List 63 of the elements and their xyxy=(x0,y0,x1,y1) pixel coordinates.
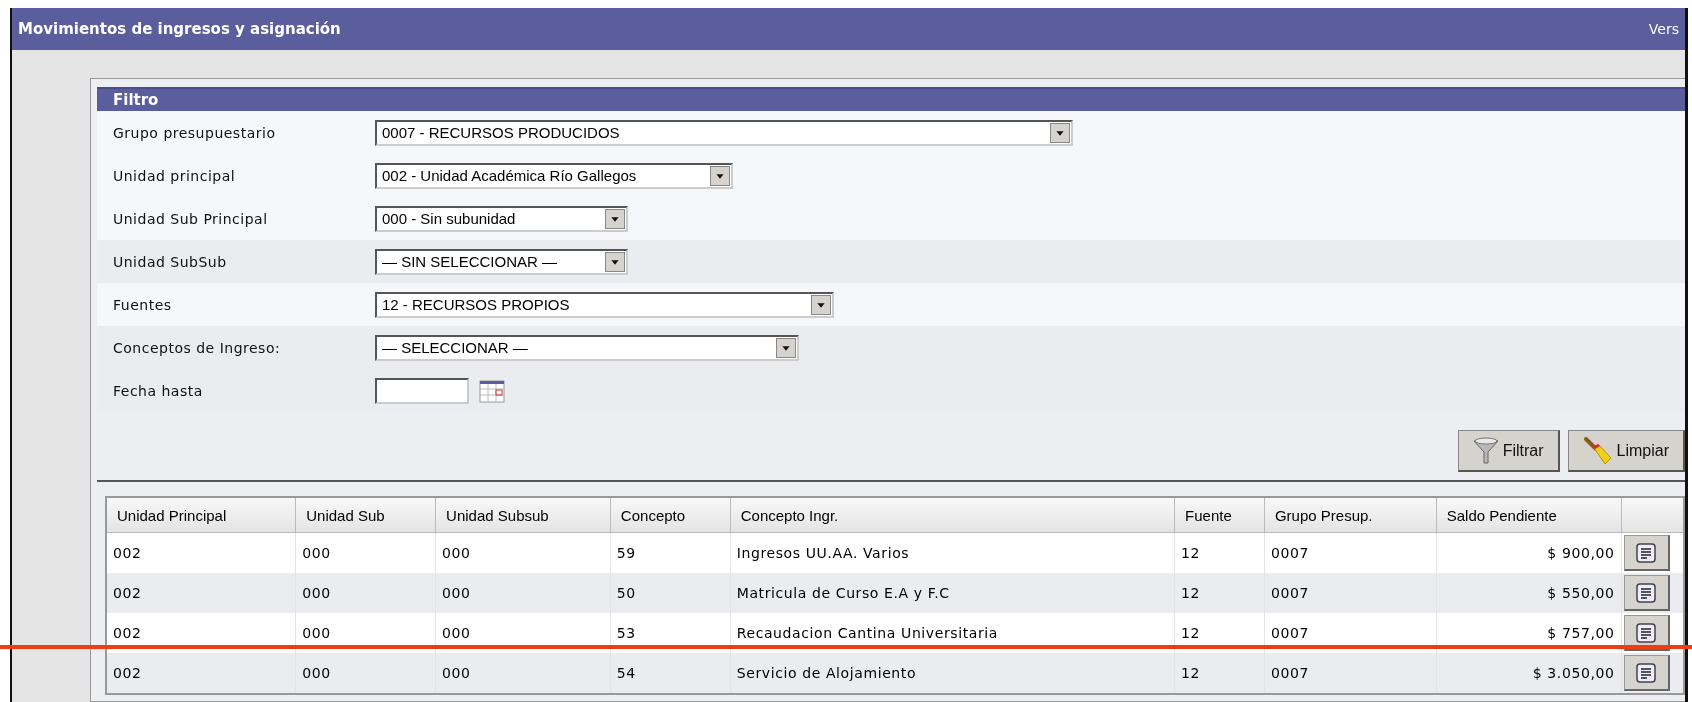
panel-title: Filtro xyxy=(97,87,1685,111)
table-cell: 002 xyxy=(106,573,296,613)
column-header: Saldo Pendiente xyxy=(1436,497,1621,533)
table-cell: 12 xyxy=(1174,653,1265,694)
document-icon xyxy=(1635,541,1657,564)
field-label: Grupo presupuestario xyxy=(112,124,277,141)
table-cell: 0007 xyxy=(1264,532,1437,573)
table-cell: 12 xyxy=(1174,573,1265,613)
table-cell: 12 xyxy=(1174,532,1265,573)
field-label: Unidad SubSub xyxy=(112,253,228,270)
table-cell: 000 xyxy=(435,653,611,694)
column-header: Unidad Subsub xyxy=(435,497,611,533)
clear-button[interactable]: Limpiar xyxy=(1567,430,1685,472)
table-cell: 0007 xyxy=(1264,653,1437,694)
field-label: Fuentes xyxy=(112,296,173,313)
table-cell: $ 3.050,00 xyxy=(1436,653,1621,694)
table-cell: 000 xyxy=(295,573,436,613)
table-cell: 59 xyxy=(610,532,731,573)
table-cell: Ingresos UU.AA. Varios xyxy=(730,532,1175,573)
table-cell: 0007 xyxy=(1264,573,1437,613)
column-header: Concepto Ingr. xyxy=(730,497,1175,533)
details-button[interactable] xyxy=(1623,575,1670,611)
table-cell: 000 xyxy=(295,532,436,573)
dropdown[interactable]: 12 - RECURSOS PROPIOS xyxy=(375,291,834,318)
field-label: Unidad principal xyxy=(112,167,237,184)
table-cell: Servicio de Alojamiento xyxy=(730,653,1175,694)
column-header: Unidad Principal xyxy=(106,497,296,533)
field-label: Unidad Sub Principal xyxy=(112,210,269,227)
dropdown[interactable]: 000 - Sin subunidad xyxy=(375,205,628,232)
dropdown[interactable]: — SIN SELECCIONAR — xyxy=(375,248,628,275)
table-cell: 002 xyxy=(106,613,296,653)
table-cell: 002 xyxy=(106,532,296,573)
table-cell: 000 xyxy=(435,573,611,613)
filter-button[interactable]: Filtrar xyxy=(1457,430,1560,472)
column-header: Grupo Presup. xyxy=(1264,497,1437,533)
table-cell: $ 900,00 xyxy=(1436,532,1621,573)
table-cell: Recaudacion Cantina Universitaria xyxy=(730,613,1175,653)
table-cell: 000 xyxy=(435,532,611,573)
column-header: Concepto xyxy=(610,497,731,533)
table-cell: Matricula de Curso E.A y F.C xyxy=(730,573,1175,613)
funnel-icon xyxy=(1472,436,1499,465)
table-cell: $ 550,00 xyxy=(1436,573,1621,613)
calendar-icon[interactable] xyxy=(479,378,505,403)
field-label: Conceptos de Ingreso: xyxy=(112,339,282,356)
table-cell: 002 xyxy=(106,653,296,694)
details-button[interactable] xyxy=(1623,535,1670,571)
details-button[interactable] xyxy=(1623,655,1670,691)
column-header: Unidad Sub xyxy=(295,497,436,533)
table-cell: 54 xyxy=(610,653,731,694)
document-icon xyxy=(1635,661,1657,684)
column-header: Fuente xyxy=(1174,497,1265,533)
table-cell: 50 xyxy=(610,573,731,613)
dropdown[interactable]: — SELECCIONAR — xyxy=(375,334,799,361)
document-icon xyxy=(1635,621,1657,644)
dropdown[interactable]: 002 - Unidad Académica Río Gallegos xyxy=(375,162,733,189)
field-label: Fecha hasta xyxy=(112,382,204,399)
window-title: Movimientos de ingresos y asignación xyxy=(18,20,341,38)
table-cell: 000 xyxy=(295,653,436,694)
document-icon xyxy=(1635,581,1657,604)
date-field[interactable] xyxy=(375,377,469,404)
dropdown[interactable]: 0007 - RECURSOS PRODUCIDOS xyxy=(375,119,1073,146)
broom-icon xyxy=(1582,435,1613,466)
version-label: Vers xyxy=(1648,21,1679,37)
